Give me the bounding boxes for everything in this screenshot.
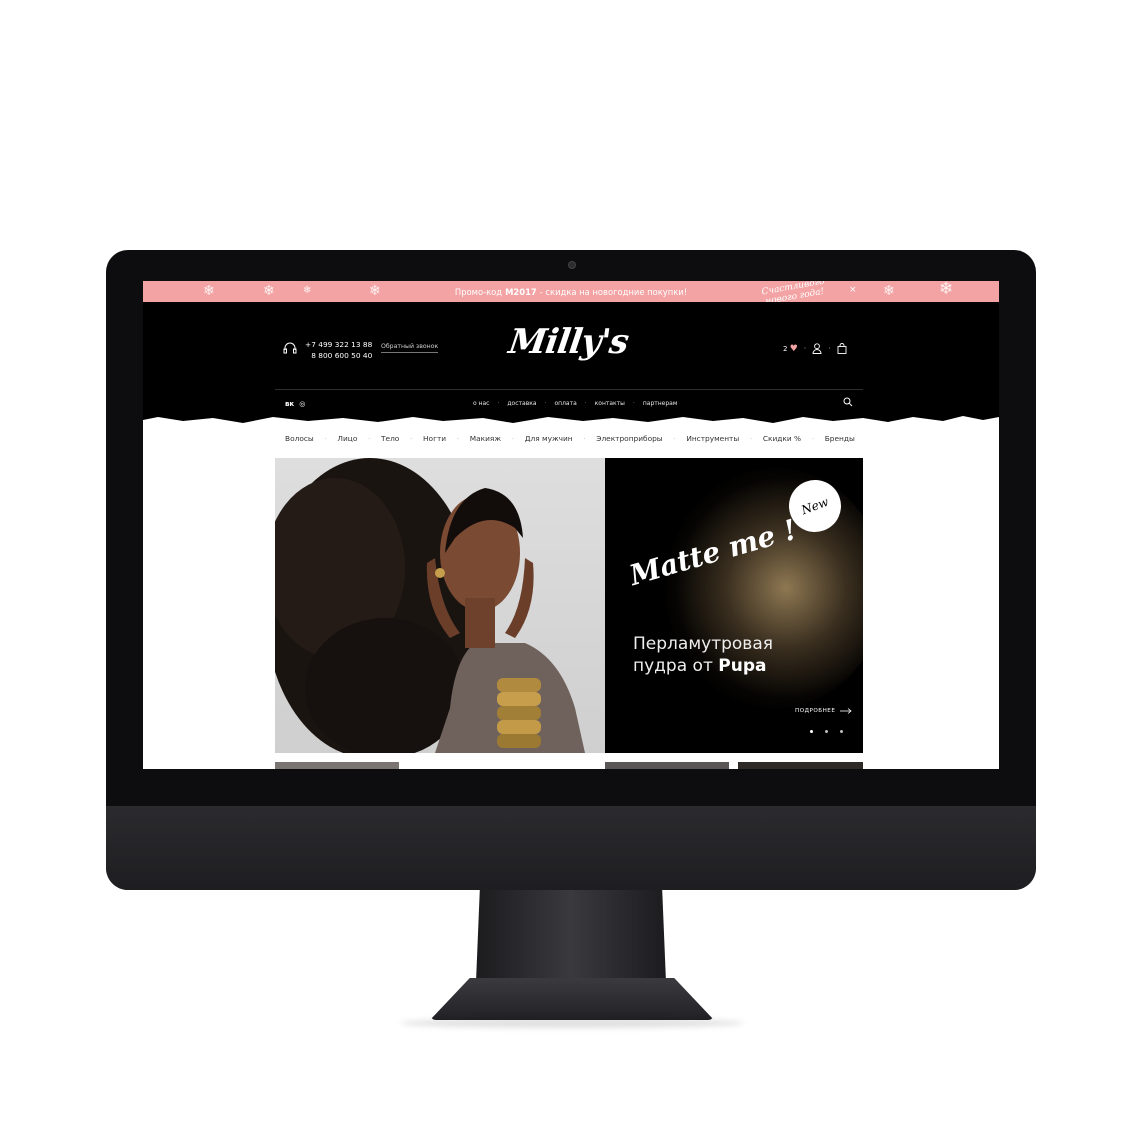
stand-shadow [400,1018,744,1028]
snowflake-icon: ❄ [303,285,312,296]
nav-contacts[interactable]: контакты [595,400,625,407]
monitor-bezel: ❄ ❄ ❄ ❄ ❄ ❄ Промо-код M2017 - скидка на … [106,250,1036,890]
separator: · [497,400,500,407]
separator: · [673,434,676,443]
promo-text-before: Промо-код [454,286,503,297]
phone-secondary[interactable]: 8 800 600 50 40 [305,350,372,361]
banner-title-line-2: пудра от Pupa [633,655,833,677]
separator: · [828,344,831,353]
user-icon[interactable] [812,343,822,354]
snowflake-icon: ❄ [939,281,954,299]
favorites-count: 2 [783,344,788,353]
banner-brand: Pupa [718,656,767,676]
nav-partners[interactable]: партнерам [643,400,678,407]
carousel-dot[interactable] [825,730,828,733]
category-navigation: Волосы · Лицо · Тело · Ногти · Макияж · … [285,434,855,443]
phone-numbers: +7 499 322 13 88 8 800 600 50 40 [305,339,372,361]
separator: · [456,434,460,443]
more-link-label: ПОДРОБНЕЕ [795,708,836,714]
promo-code: M2017 [505,286,537,297]
header-actions: 2 ♥ · · [783,343,847,354]
separator: · [749,434,753,443]
monitor-chin [106,806,1036,890]
banner-title-prefix: пудра от [633,656,713,676]
webcam [568,261,576,269]
category-makeup[interactable]: Макияж [470,434,501,443]
separator: · [324,434,327,443]
separator: · [409,434,413,443]
heart-icon: ♥ [789,343,798,354]
snowflake-icon: ❄ [883,283,895,299]
hero-promo-banner[interactable]: New Matte me ! Перламутровая пудра от Pu… [605,458,863,753]
separator: · [544,400,547,407]
promo-text-after: - скидка на новогодние покупки! [539,286,688,297]
site-header: +7 499 322 13 88 8 800 600 50 40 Обратны… [143,302,999,412]
top-navigation: о нас · доставка · оплата · контакты · п… [473,400,677,407]
carousel-dots [810,730,843,733]
category-body[interactable]: Тело [381,434,399,443]
category-brands[interactable]: Бренды [825,434,855,443]
more-link[interactable]: ПОДРОБНЕЕ [795,708,852,714]
category-men[interactable]: Для мужчин [525,434,573,443]
separator: · [368,434,371,443]
product-thumbnail[interactable] [738,762,863,769]
model-illustration [275,458,585,753]
category-nails[interactable]: Ногти [423,434,446,443]
snowflake-icon: ❄ [263,283,275,299]
shopping-bag-icon[interactable] [837,343,847,354]
headset-icon [283,342,297,354]
category-face[interactable]: Лицо [337,434,357,443]
monitor-stand-neck [476,890,666,982]
snowflake-icon: ❄ [203,283,215,299]
category-sale[interactable]: Скидки % [763,434,801,443]
phone-primary[interactable]: +7 499 322 13 88 [305,339,372,350]
category-appliances[interactable]: Электроприборы [596,434,662,443]
separator: · [584,400,587,407]
website-screen: ❄ ❄ ❄ ❄ ❄ ❄ Промо-код M2017 - скидка на … [143,281,999,769]
carousel-dot[interactable] [840,730,843,733]
snowflake-icon: ❄ [369,283,381,299]
product-thumbnail[interactable] [605,762,729,769]
favorites-button[interactable]: 2 ♥ [783,344,798,354]
promo-close-button[interactable]: × [849,285,857,295]
vk-icon[interactable]: вк [285,400,294,408]
social-links: вк ◎ [285,400,305,408]
separator: · [511,434,515,443]
monitor-stand-base [430,978,714,1020]
torn-edge-decoration [143,411,999,423]
promo-bar: ❄ ❄ ❄ ❄ ❄ ❄ Промо-код M2017 - скидка на … [143,281,999,307]
banner-title: Перламутровая пудра от Pupa [633,633,833,677]
nav-payment[interactable]: оплата [554,400,576,407]
carousel-dot[interactable] [810,730,813,733]
banner-title-line-1: Перламутровая [633,634,773,654]
instagram-icon[interactable]: ◎ [299,400,305,408]
nav-delivery[interactable]: доставка [507,400,536,407]
nav-about[interactable]: о нас [473,400,489,407]
category-hair[interactable]: Волосы [285,434,314,443]
product-thumbnail[interactable] [275,762,399,769]
category-tools[interactable]: Инструменты [686,434,739,443]
hero-model-photo[interactable] [275,458,605,753]
separator: · [803,344,807,353]
separator: · [632,400,635,407]
callback-link[interactable]: Обратный звонок [381,343,439,353]
site-logo[interactable]: Milly's [506,322,630,362]
header-divider [275,389,863,390]
separator: · [583,434,586,443]
separator: · [811,434,815,443]
search-icon[interactable] [843,397,853,407]
arrow-right-icon [840,708,852,714]
